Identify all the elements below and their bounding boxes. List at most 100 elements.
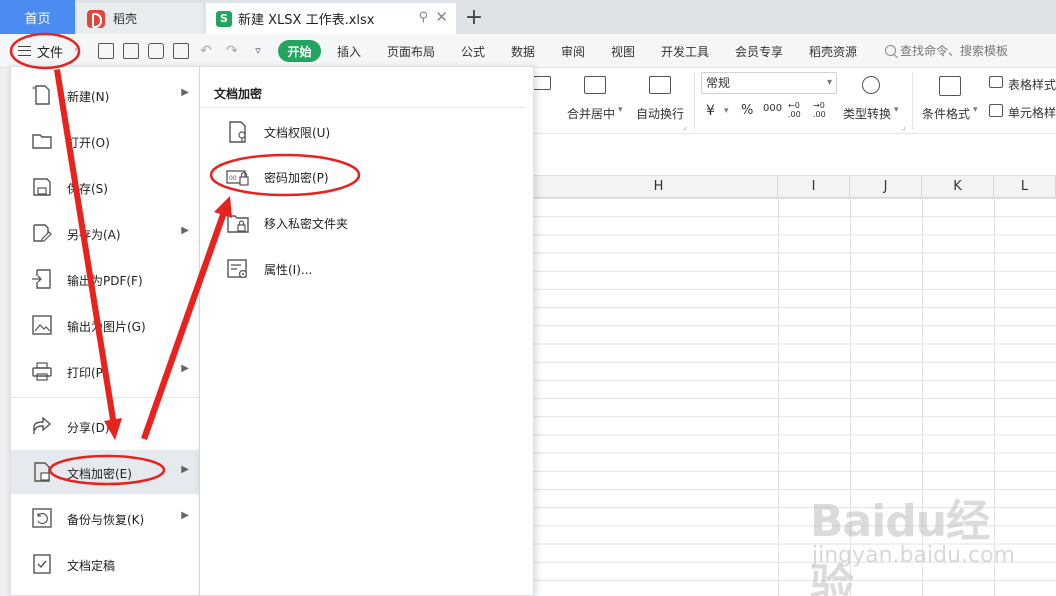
tab-formula[interactable]: 公式 [461, 43, 485, 60]
tab-home-label: 首页 [24, 11, 51, 27]
submenu-label: 移入私密文件夹 [264, 217, 349, 231]
row-header-strip [0, 68, 10, 596]
grid-line [778, 198, 779, 596]
close-tab-icon[interactable]: ✕ [435, 8, 448, 26]
file-menu-label: 分享(D) [67, 421, 110, 435]
tab-daoke-resources[interactable]: 稻壳资源 [809, 43, 857, 60]
tab-start[interactable]: 开始 [278, 40, 321, 62]
submenu-item-password-encrypt[interactable]: 00 密码加密(P) [200, 154, 532, 198]
save-quick-icon[interactable] [98, 43, 114, 59]
export-image-icon [32, 315, 52, 335]
column-header-k[interactable]: K [922, 176, 994, 198]
currency-dropdown-icon[interactable]: ▾ [724, 106, 729, 116]
document-permission-icon [229, 121, 246, 143]
auto-wrap-button[interactable]: 自动换行 [636, 105, 684, 122]
type-convert-dropdown-icon[interactable]: ▾ [894, 105, 899, 115]
conditional-format-icon[interactable] [939, 76, 961, 96]
submenu-label: 属性(I)... [264, 263, 313, 277]
conditional-format-dropdown-icon[interactable]: ▾ [973, 105, 978, 115]
submenu-label: 文档权限(U) [264, 126, 331, 140]
tab-data[interactable]: 数据 [511, 43, 535, 60]
tab-view[interactable]: 视图 [611, 43, 635, 60]
chevron-right-icon: ▶ [181, 87, 189, 98]
file-menu-button[interactable]: 文件 [12, 39, 74, 63]
save-as-icon [33, 224, 52, 242]
file-menu-item-new[interactable]: * 新建(N) ▶ [11, 73, 199, 117]
currency-button[interactable]: ¥ [706, 103, 715, 119]
table-style-button[interactable]: 表格样式 [1008, 76, 1056, 93]
number-format-select[interactable]: 常规 [701, 72, 837, 94]
number-format-value: 常规 [706, 76, 731, 90]
preview-quick-icon[interactable] [173, 43, 189, 59]
file-menu-label: 输出为PDF(F) [67, 274, 143, 288]
file-menu-label: 保存(S) [67, 182, 108, 196]
column-header-j[interactable]: J [850, 176, 922, 198]
merge-center-dropdown-icon[interactable]: ▾ [618, 105, 623, 115]
tab-insert[interactable]: 插入 [337, 43, 361, 60]
pin-icon[interactable]: ⚲ [418, 10, 428, 25]
file-menu-item-save-as[interactable]: 另存为(A) ▶ [11, 211, 199, 255]
decrease-decimal-button[interactable]: →0 .00 [813, 101, 833, 119]
backup-restore-icon [32, 508, 52, 528]
submenu-item-properties[interactable]: 属性(I)... [200, 246, 532, 290]
submenu-item-document-permission[interactable]: 文档权限(U) [200, 109, 532, 153]
file-menu-item-share[interactable]: 分享(D) [11, 404, 199, 448]
menu-bar: 文件 › ↶ ↷ ▿ 开始 插入 页面布局 公式 数据 审阅 视图 开发工具 会… [0, 34, 1056, 68]
command-search[interactable]: 查找命令、搜索模板 [885, 42, 1008, 59]
chevron-right-icon: ▶ [181, 225, 189, 236]
command-search-label: 查找命令、搜索模板 [900, 44, 1009, 58]
add-tab-button[interactable]: + [462, 2, 486, 32]
type-convert-icon[interactable] [862, 76, 880, 94]
file-menu-label: 文档定稿 [67, 559, 116, 573]
file-menu-label: 输出为图片(G) [67, 320, 146, 334]
export-pdf-icon [32, 269, 51, 289]
conditional-format-button[interactable]: 条件格式 [922, 105, 970, 122]
tab-member[interactable]: 会员专享 [735, 43, 783, 60]
customize-quick-icon[interactable]: ▿ [250, 43, 266, 59]
tab-document[interactable]: S 新建 XLSX 工作表.xlsx ⚲ ✕ [206, 3, 456, 34]
print-quick-icon[interactable] [148, 43, 164, 59]
type-convert-button[interactable]: 类型转换 [843, 105, 891, 122]
export-quick-icon[interactable] [123, 43, 139, 59]
submenu-item-private-folder[interactable]: 移入私密文件夹 [200, 200, 532, 244]
file-menu-item-document-encrypt[interactable]: 文档加密(E) ▶ [11, 450, 199, 494]
ribbon-separator [694, 72, 695, 130]
document-finalize-icon [33, 554, 51, 574]
file-menu-item-print[interactable]: 打印(P) ▶ [11, 349, 199, 393]
file-menu-item-finalize[interactable]: 文档定稿 [11, 542, 199, 586]
redo-icon[interactable]: ↷ [224, 43, 240, 59]
column-header-l[interactable]: L [994, 176, 1056, 198]
tab-page-layout[interactable]: 页面布局 [387, 43, 435, 60]
save-icon [33, 178, 51, 196]
properties-icon [227, 259, 248, 279]
column-header-h[interactable]: H [540, 176, 778, 198]
tab-home[interactable]: 首页 [0, 0, 75, 34]
file-menu-label: 文档加密(E) [67, 467, 132, 481]
indent-icon[interactable] [533, 76, 551, 90]
file-menu-item-open[interactable]: 打开(O) [11, 119, 199, 163]
tab-review[interactable]: 审阅 [561, 43, 585, 60]
undo-icon[interactable]: ↶ [198, 43, 214, 59]
search-icon [885, 45, 896, 56]
alignment-expand-icon[interactable]: ⌟ [683, 122, 687, 131]
cell-style-icon[interactable] [989, 104, 1003, 117]
merge-center-icon[interactable] [584, 76, 606, 94]
table-style-icon[interactable] [989, 76, 1003, 88]
share-icon [33, 416, 52, 434]
file-menu-item-export-image[interactable]: 输出为图片(G) [11, 303, 199, 347]
tab-daoke[interactable]: 稻壳 [77, 3, 203, 34]
chevron-right-icon: ▶ [181, 363, 189, 374]
cell-style-button[interactable]: 单元格样式 [1008, 104, 1056, 121]
tab-developer[interactable]: 开发工具 [661, 43, 709, 60]
percent-button[interactable]: % [741, 103, 753, 118]
merge-center-button[interactable]: 合并居中 [567, 105, 615, 122]
number-expand-icon[interactable]: ⌟ [902, 122, 906, 131]
thousands-separator-button[interactable]: 000 [763, 103, 782, 114]
file-menu-item-save[interactable]: 保存(S) [11, 165, 199, 209]
file-menu-item-backup-restore[interactable]: 备份与恢复(K) ▶ [11, 496, 199, 540]
file-menu-item-export-pdf[interactable]: 输出为PDF(F) [11, 257, 199, 301]
chevron-right-icon: ▶ [181, 464, 189, 475]
increase-decimal-button[interactable]: ←0 .00 [788, 101, 808, 119]
wrap-text-icon[interactable] [649, 76, 671, 94]
column-header-i[interactable]: I [778, 176, 850, 198]
